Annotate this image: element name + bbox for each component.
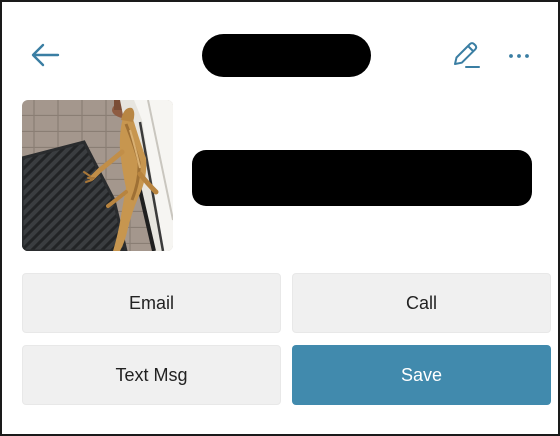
arrow-left-icon <box>31 43 60 67</box>
text-message-button[interactable]: Text Msg <box>22 345 281 405</box>
pencil-icon <box>454 42 480 68</box>
contact-card-window: Email Call Text Msg Save <box>0 0 560 436</box>
more-horizontal-icon <box>509 54 529 58</box>
edit-button[interactable] <box>449 38 483 72</box>
call-button-label: Call <box>405 292 437 313</box>
redacted-title <box>202 34 371 77</box>
header-bar <box>2 2 558 102</box>
save-button-label: Save <box>400 364 443 385</box>
save-button[interactable]: Save <box>292 345 551 405</box>
more-options-button[interactable] <box>504 42 534 68</box>
call-button[interactable]: Call <box>292 273 551 333</box>
redacted-contact-name <box>192 150 532 206</box>
lizard-photo-image <box>22 100 173 251</box>
contact-photo <box>22 100 173 251</box>
back-button[interactable] <box>28 40 62 70</box>
email-button[interactable]: Email <box>22 273 281 333</box>
email-button-label: Email <box>128 292 174 313</box>
text-message-button-label: Text Msg <box>115 364 188 385</box>
